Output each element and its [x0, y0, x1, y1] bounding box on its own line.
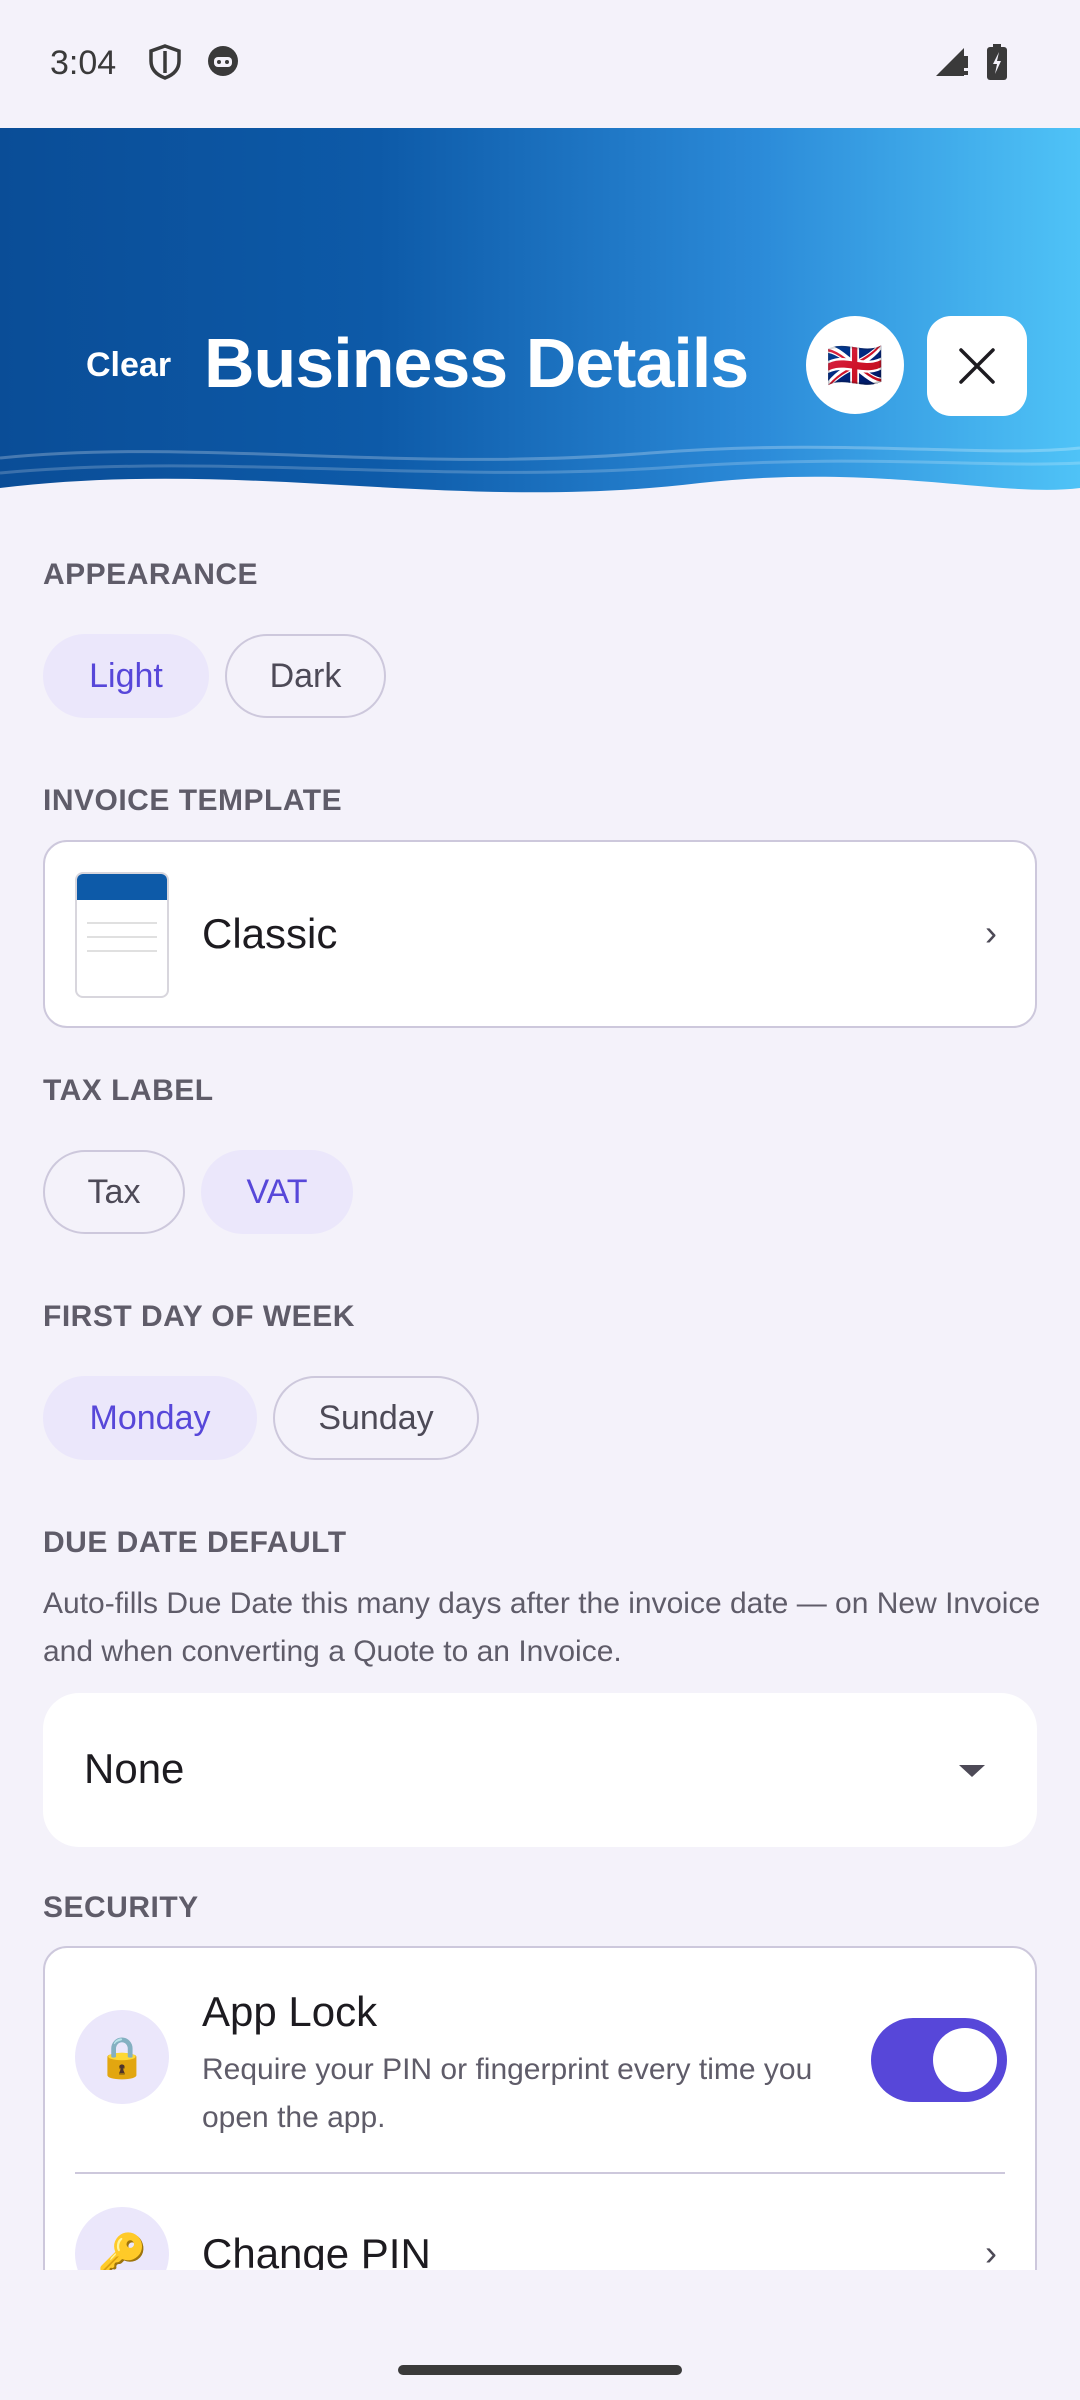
dropdown-arrow-icon: [959, 1765, 985, 1777]
battery-icon: [986, 44, 1008, 85]
chevron-right-icon: ›: [985, 912, 997, 953]
tax-label-label: TAX LABEL: [43, 1074, 214, 1107]
sunday-chip[interactable]: Sunday: [273, 1376, 479, 1460]
appearance-label: APPEARANCE: [43, 558, 259, 591]
toggle-knob: [933, 2028, 997, 2092]
home-gesture-handle[interactable]: [398, 2365, 682, 2375]
security-label: SECURITY: [43, 1891, 199, 1924]
robot-icon: [206, 44, 240, 83]
appearance-dark-chip[interactable]: Dark: [225, 634, 386, 718]
header-banner: [0, 128, 1080, 508]
app-lock-description: Require your PIN or fingerprint every ti…: [202, 2053, 813, 2134]
first-day-label: FIRST DAY OF WEEK: [43, 1300, 355, 1333]
key-icon: 🔑: [75, 2207, 169, 2270]
page-title: Business Details: [204, 324, 749, 402]
due-date-label: DUE DATE DEFAULT: [43, 1526, 347, 1559]
monday-chip[interactable]: Monday: [43, 1376, 257, 1460]
navigation-bar: [0, 2270, 1080, 2400]
template-thumbnail: [75, 872, 169, 998]
status-time: 3:04: [50, 44, 117, 82]
language-button[interactable]: 🇬🇧: [806, 316, 904, 414]
settings-content[interactable]: APPEARANCE Light Dark INVOICE TEMPLATE C…: [0, 508, 1080, 2270]
due-date-dropdown[interactable]: None: [43, 1693, 1037, 1847]
app-lock-toggle[interactable]: [871, 2018, 1007, 2102]
app-lock-row[interactable]: 🔒 App Lock Require your PIN or fingerpri…: [45, 1948, 1035, 2174]
due-date-description: Auto-fills Due Date this many days after…: [43, 1587, 1041, 1668]
lock-icon: 🔒: [75, 2010, 169, 2104]
clear-button[interactable]: Clear: [86, 346, 171, 385]
close-button[interactable]: [927, 316, 1027, 416]
header-wave: [0, 445, 1080, 508]
shield-icon: [148, 44, 182, 85]
tax-chip[interactable]: Tax: [43, 1150, 185, 1234]
invoice-template-label: INVOICE TEMPLATE: [43, 784, 343, 817]
due-date-value: None: [84, 1745, 185, 1792]
close-icon: [959, 348, 995, 384]
chevron-right-icon: ›: [985, 2232, 997, 2270]
security-card: 🔒 App Lock Require your PIN or fingerpri…: [43, 1946, 1037, 2270]
signal-icon: [934, 44, 970, 83]
change-pin-title: Change PIN: [202, 2230, 431, 2270]
vat-chip[interactable]: VAT: [201, 1150, 353, 1234]
appearance-light-chip[interactable]: Light: [43, 634, 209, 718]
app-lock-title: App Lock: [202, 1988, 378, 2035]
invoice-template-value: Classic: [202, 910, 338, 957]
invoice-template-card[interactable]: Classic ›: [43, 840, 1037, 1028]
change-pin-row[interactable]: 🔑 Change PIN ›: [45, 2174, 1035, 2270]
status-bar: 3:04: [0, 0, 1080, 128]
uk-flag-icon: 🇬🇧: [826, 339, 884, 391]
